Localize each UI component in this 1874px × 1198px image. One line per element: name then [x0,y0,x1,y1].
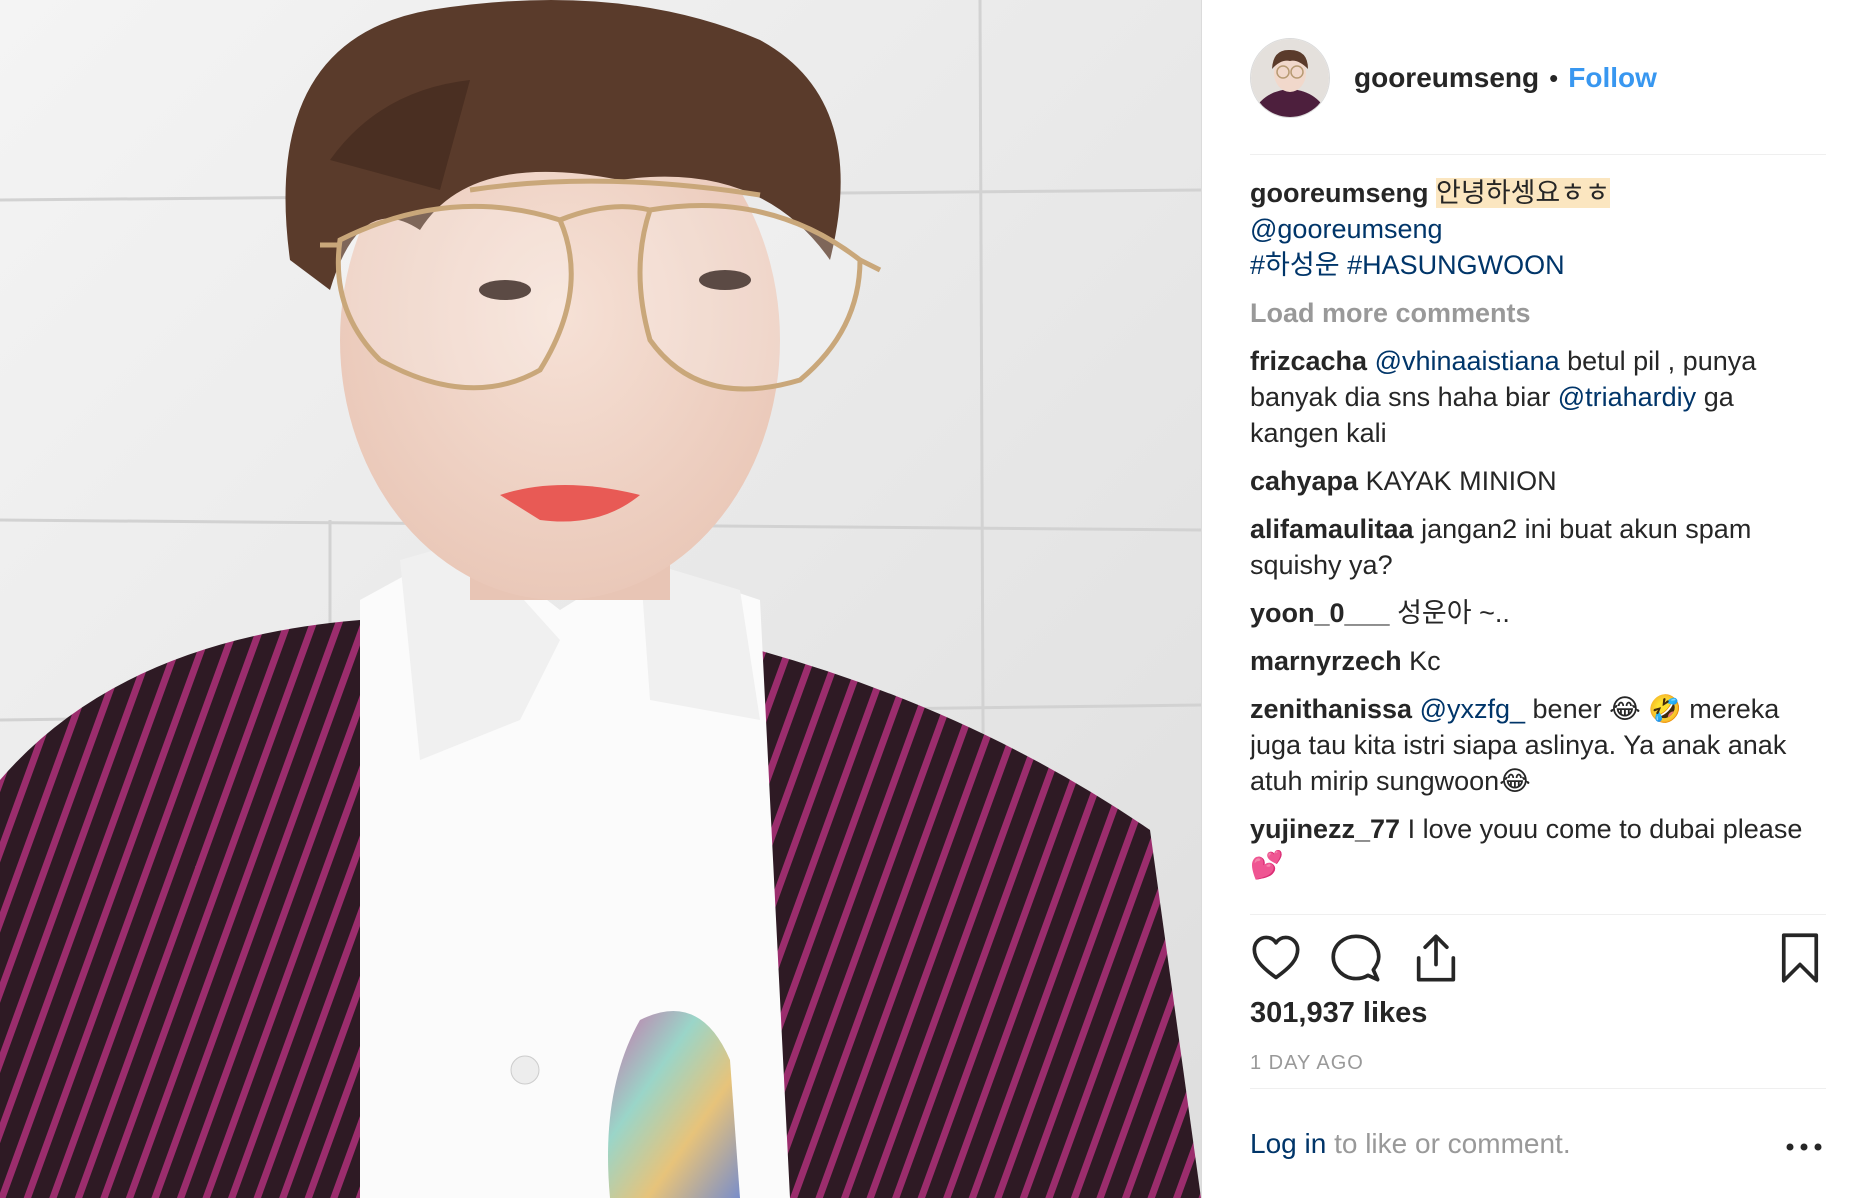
comment-item: cahyapa KAYAK MINION [1250,463,1826,499]
comment-item: yujinezz_77 I love youu come to dubai pl… [1250,811,1826,883]
comment-item: marnyrzech Kc [1250,643,1826,679]
comment-item: frizcacha @vhinaaistiana betul pil , pun… [1250,343,1826,451]
comment-mention[interactable]: @triahardiy [1558,382,1696,412]
share-icon[interactable] [1410,932,1462,984]
post-actions [1250,932,1826,984]
caption-hashtag[interactable]: #HASUNGWOON [1347,250,1565,280]
comment-text: Kc [1401,646,1441,676]
post-caption: gooreumseng 안녕하셍요ㅎㅎ @gooreumseng #하성운 #H… [1250,175,1826,283]
more-options-icon[interactable] [1784,1134,1824,1160]
post-header: gooreumseng • Follow [1250,36,1657,120]
post-side-panel: gooreumseng • Follow gooreumseng 안녕하셍요ㅎㅎ… [1202,0,1874,1198]
divider [1250,1088,1826,1089]
login-link[interactable]: Log in [1250,1128,1326,1159]
separator-dot: • [1549,62,1559,93]
comment-mention[interactable]: @yxzfg_ [1420,694,1525,724]
comment-username[interactable]: yujinezz_77 [1250,814,1400,844]
comment-username[interactable]: zenithanissa [1250,694,1412,724]
heart-icon[interactable] [1250,932,1302,984]
comments-list[interactable]: gooreumseng 안녕하셍요ㅎㅎ @gooreumseng #하성운 #H… [1250,175,1826,915]
bookmark-icon[interactable] [1774,932,1826,984]
comment-icon[interactable] [1330,932,1382,984]
post-photo-image [0,0,1201,1198]
divider [1250,154,1826,155]
caption-mention[interactable]: @gooreumseng [1250,214,1443,244]
comment-username[interactable]: frizcacha [1250,346,1367,376]
comment-text: 성운아 ~.. [1389,598,1510,628]
likes-count[interactable]: 301,937 likes [1250,997,1427,1030]
post-timestamp: 1 DAY AGO [1250,1052,1364,1074]
comment-username[interactable]: marnyrzech [1250,646,1402,676]
comment-item: alifamaulitaa jangan2 ini buat akun spam… [1250,511,1826,583]
header-username[interactable]: gooreumseng [1354,62,1539,94]
comment-username[interactable]: cahyapa [1250,466,1358,496]
post-photo[interactable] [0,0,1202,1198]
load-more-comments-button[interactable]: Load more comments [1250,295,1826,331]
avatar-image [1251,39,1329,117]
comment-item: yoon_0___ 성운아 ~.. [1250,595,1826,631]
caption-username[interactable]: gooreumseng [1250,178,1429,208]
comment-username[interactable]: alifamaulitaa [1250,514,1414,544]
caption-text: 안녕하셍요ㅎㅎ [1436,178,1610,208]
login-prompt-text: to like or comment. [1326,1128,1571,1159]
follow-button[interactable]: Follow [1568,62,1657,94]
login-prompt: Log in to like or comment. [1250,1128,1571,1160]
comment-mention[interactable]: @vhinaaistiana [1375,346,1560,376]
divider [1250,914,1826,915]
caption-hashtag[interactable]: #하성운 [1250,250,1340,280]
comment-item: zenithanissa @yxzfg_ bener 😂 🤣 mereka ju… [1250,691,1826,799]
avatar[interactable] [1250,38,1330,118]
comment-text: KAYAK MINION [1358,466,1557,496]
comment-username[interactable]: yoon_0___ [1250,598,1390,628]
